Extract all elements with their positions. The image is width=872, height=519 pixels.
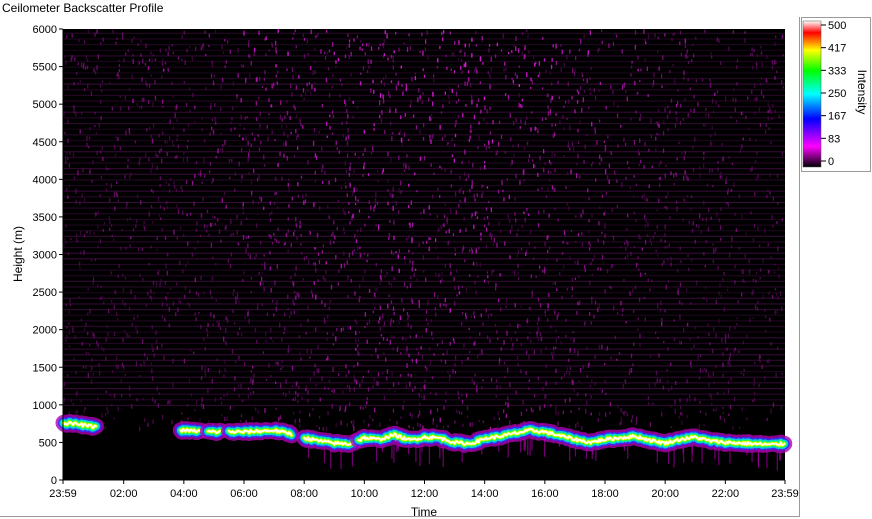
y-axis-title: Height (m): [11, 226, 25, 282]
y-tick-label: 1000: [33, 400, 57, 412]
x-tick-label: 04:00: [170, 488, 198, 500]
colorbar-tick-label: 83: [828, 133, 840, 145]
y-tick-label: 0: [51, 475, 57, 487]
x-tick-label: 06:00: [230, 488, 258, 500]
chart-svg: 0500100015002000250030003500400045005000…: [11, 20, 869, 519]
y-tick-label: 2500: [33, 287, 57, 299]
x-tick-label: 14:00: [471, 488, 499, 500]
colorbar-label: Intensity: [855, 70, 869, 115]
x-axis: 23:59 02:00 04:00 06:00 08:00 10:00 12:00 14:00…: [49, 479, 799, 500]
x-tick-label: 16:00: [531, 488, 559, 500]
x-tick-label: 23:59: [771, 488, 799, 500]
x-tick-label: 23:59: [49, 488, 77, 500]
y-tick-label: 3500: [33, 212, 57, 224]
colorbar-tick-label: 167: [828, 111, 846, 123]
x-tick-label: 02:00: [110, 488, 138, 500]
y-tick-label: 5000: [33, 99, 57, 111]
x-tick-label: 22:00: [712, 488, 740, 500]
backscatter-noise-layer: [63, 29, 785, 432]
colorbar-tick-label: 250: [828, 88, 846, 100]
y-tick-label: 5500: [33, 62, 57, 74]
y-tick-label: 6000: [33, 24, 57, 36]
x-tick-label: 12:00: [411, 488, 439, 500]
colorbar-gradient: [802, 20, 822, 168]
colorbar-tick-label: 0: [828, 156, 834, 168]
colorbar-tick-label: 417: [828, 43, 846, 55]
y-tick-label: 2000: [33, 325, 57, 337]
colorbar-tick-label: 500: [828, 20, 846, 32]
colorbar-tick-label: 333: [828, 65, 846, 77]
y-tick-label: 4000: [33, 174, 57, 186]
y-tick-label: 3000: [33, 250, 57, 262]
y-tick-label: 4500: [33, 137, 57, 149]
y-tick-label: 500: [39, 437, 57, 449]
y-tick-label: 1500: [33, 362, 57, 374]
x-tick-label: 10:00: [351, 488, 379, 500]
plot-area[interactable]: [63, 29, 785, 480]
x-tick-label: 20:00: [651, 488, 679, 500]
colorbar-ticks: 500 417 333 250 167 83 0: [821, 20, 846, 168]
x-tick-label: 18:00: [591, 488, 619, 500]
x-tick-label: 08:00: [290, 488, 318, 500]
x-axis-title: Time: [411, 505, 438, 519]
